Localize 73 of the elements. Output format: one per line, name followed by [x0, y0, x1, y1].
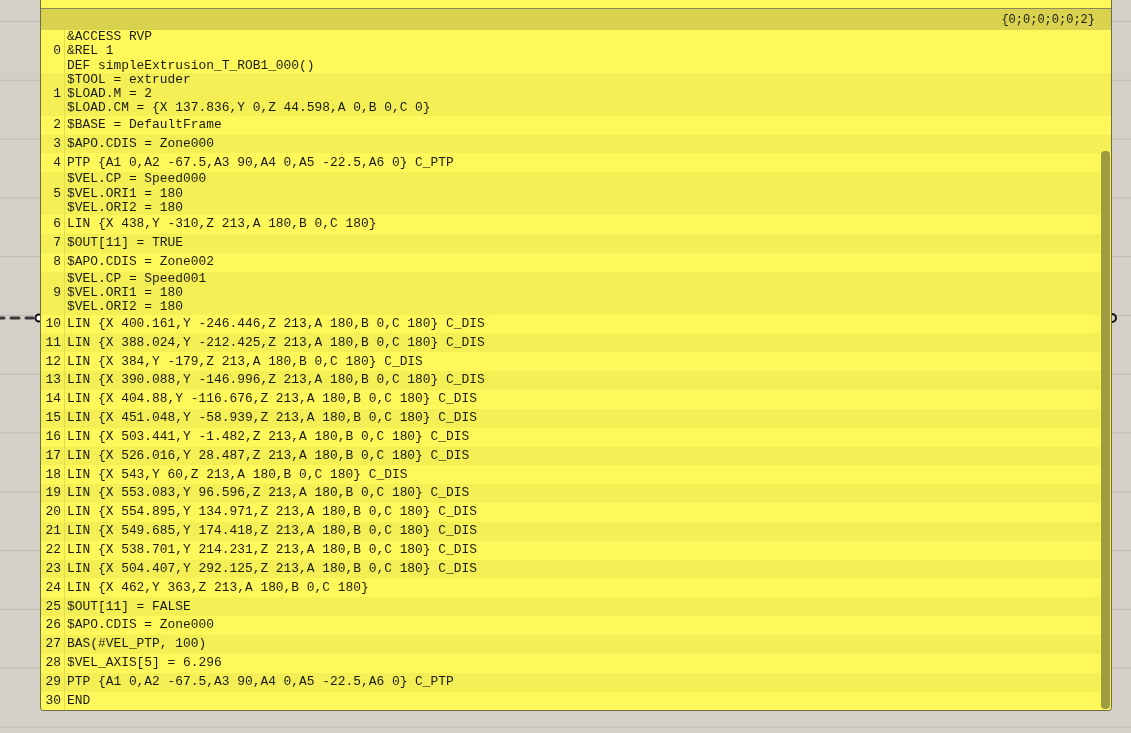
- code-line: LIN {X 384,Y -179,Z 213,A 180,B 0,C 180} C_DIS: [67, 354, 424, 369]
- code-line: LIN {X 388.024,Y -212.425,Z 213,A 180,B 0,C 180} C_DIS: [67, 335, 486, 351]
- code-line: END: [67, 693, 92, 709]
- line-number: 2: [53, 118, 62, 133]
- line-number: 25: [45, 599, 62, 614]
- code-line: $LOAD.CM = {X 137.836,Y 0,Z 44.598,A 0,B 0,C 0}: [67, 101, 432, 116]
- code-line: $VEL.ORI1 = 180: [67, 286, 185, 301]
- scrollbar[interactable]: [1101, 151, 1110, 710]
- code-line: PTP {A1 0,A2 -67.5,A3 90,A4 0,A5 -22.5,A6 0} C_PTP: [67, 155, 455, 171]
- line-number: 22: [45, 543, 62, 558]
- line-number: 15: [45, 411, 62, 426]
- line-number: 12: [45, 354, 62, 369]
- code-line: BAS(#VEL_PTP, 100): [67, 637, 208, 652]
- line-number: 14: [45, 392, 62, 407]
- line-number: 20: [45, 505, 62, 520]
- line-number: 11: [45, 335, 62, 351]
- code-line: $OUT[11] = TRUE: [67, 236, 185, 251]
- code-line: LIN {X 400.161,Y -246.446,Z 213,A 180,B 0,C 180} C_DIS: [67, 316, 486, 332]
- line-number: 4: [53, 155, 62, 171]
- code-line: LIN {X 451.048,Y -58.939,Z 213,A 180,B 0,C 180} C_DIS: [67, 411, 478, 426]
- code-line: LIN {X 549.685,Y 174.418,Z 213,A 180,B 0,C 180} C_DIS: [67, 524, 478, 539]
- line-number: 23: [45, 561, 62, 577]
- line-number: 26: [45, 618, 62, 633]
- line-number: 27: [45, 637, 62, 652]
- output-port-icon[interactable]: [1112, 313, 1117, 323]
- line-number: 7: [53, 236, 62, 251]
- line-number: 24: [45, 580, 62, 595]
- line-number: 3: [53, 136, 62, 152]
- code-line: LIN {X 504.407,Y 292.125,Z 213,A 180,B 0,C 180} C_DIS: [67, 561, 478, 577]
- code-line: $VEL.CP = Speed000: [67, 172, 208, 187]
- code-line: LIN {X 538.701,Y 214.231,Z 213,A 180,B 0,C 180} C_DIS: [67, 543, 478, 558]
- code-line: LIN {X 554.895,Y 134.971,Z 213,A 180,B 0,C 180} C_DIS: [67, 505, 478, 520]
- code-line: $VEL.ORI1 = 180: [67, 186, 185, 201]
- line-number: 16: [45, 429, 62, 445]
- code-line: LIN {X 404.88,Y -116.676,Z 213,A 180,B 0,C 180} C_DIS: [67, 392, 478, 407]
- code-line: $VEL.ORI2 = 180: [67, 300, 185, 315]
- code-line: $OUT[11] = FALSE: [67, 599, 192, 614]
- line-number: 29: [45, 674, 62, 690]
- code-line: $VEL.CP = Speed001: [67, 271, 208, 287]
- line-number: 17: [45, 448, 62, 464]
- code-line: &REL 1: [67, 44, 115, 59]
- code-line: $VEL_AXIS[5] = 6.296: [67, 656, 223, 671]
- line-number: 1: [53, 87, 62, 102]
- code-line: $VEL.ORI2 = 180: [67, 200, 185, 216]
- code-line: $APO.CDIS = Zone000: [67, 618, 215, 633]
- line-number: 21: [45, 524, 62, 539]
- line-number: 28: [45, 656, 62, 671]
- line-number: 13: [45, 373, 62, 388]
- code-line: LIN {X 553.083,Y 96.596,Z 213,A 180,B 0,C 180} C_DIS: [67, 486, 471, 501]
- line-number: 18: [45, 467, 62, 482]
- data-path: {0;0;0;0;0;2}: [1001, 12, 1095, 27]
- line-number: 0: [53, 44, 62, 59]
- code-line: LIN {X 503.441,Y -1.482,Z 213,A 180,B 0,C 180} C_DIS: [67, 429, 471, 445]
- line-number: 19: [45, 486, 62, 501]
- line-number: 6: [53, 217, 62, 232]
- line-number: 9: [53, 286, 62, 301]
- line-number: 30: [45, 693, 62, 709]
- code-line: LIN {X 438,Y -310,Z 213,A 180,B 0,C 180}: [67, 217, 378, 232]
- code-line: $APO.CDIS = Zone000: [67, 136, 215, 152]
- code-line: &ACCESS RVP: [67, 30, 154, 45]
- code-line: LIN {X 526.016,Y 28.487,Z 213,A 180,B 0,C 180} C_DIS: [67, 448, 471, 464]
- code-line: $LOAD.M = 2: [67, 87, 154, 102]
- code-line: LIN {X 462,Y 363,Z 213,A 180,B 0,C 180}: [67, 580, 370, 595]
- code-line: $APO.CDIS = Zone002: [67, 255, 215, 270]
- code-line: $BASE = DefaultFrame: [67, 118, 223, 133]
- line-number: 10: [45, 316, 62, 332]
- code-line: $TOOL = extruder: [67, 72, 191, 88]
- code-line: PTP {A1 0,A2 -67.5,A3 90,A4 0,A5 -22.5,A6 0} C_PTP: [67, 674, 455, 690]
- code-line: DEF simpleExtrusion_T_ROB1_000(): [67, 58, 316, 73]
- code-line: LIN {X 543,Y 60,Z 213,A 180,B 0,C 180} C_DIS: [67, 467, 409, 482]
- line-number: 5: [53, 186, 62, 201]
- code-line: LIN {X 390.088,Y -146.996,Z 213,A 180,B 0,C 180} C_DIS: [67, 373, 486, 388]
- line-number: 8: [53, 255, 62, 270]
